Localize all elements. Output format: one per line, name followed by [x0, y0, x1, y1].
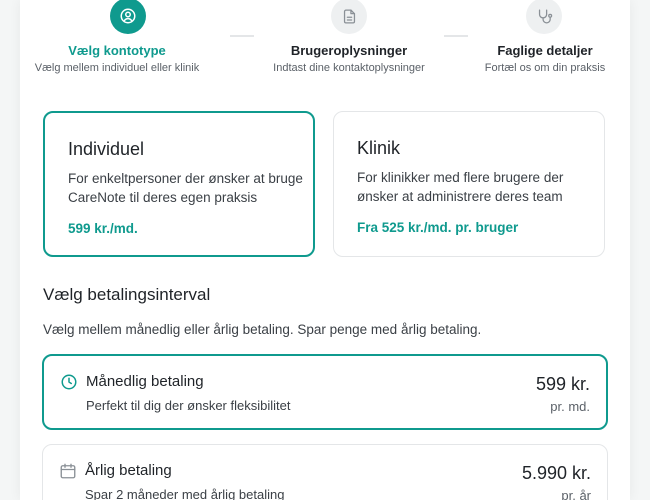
step-subtitle: Fortæl os om din praksis [484, 62, 606, 74]
billing-option-title: Årlig betaling [85, 462, 172, 479]
billing-option-description: Spar 2 måneder med årlig betaling [85, 487, 285, 500]
user-circle-icon [110, 0, 146, 34]
account-type-price: Fra 525 kr./md. pr. bruger [357, 220, 519, 235]
signup-card: Vælg kontotype Vælg mellem individuel el… [20, 0, 630, 500]
step-title: Vælg kontotype [68, 43, 166, 58]
stethoscope-icon [526, 0, 562, 34]
step-connector [230, 35, 254, 37]
step-connector [444, 35, 468, 37]
step-title: Brugeroplysninger [290, 43, 408, 58]
billing-section-subtitle: Vælg mellem månedlig eller årlig betalin… [43, 322, 482, 337]
account-type-title: Klinik [357, 138, 401, 158]
account-type-title: Individuel [68, 139, 145, 159]
account-type-description: For klinikker med flere brugere der ønsk… [357, 170, 564, 204]
billing-option-title: Månedlig betaling [86, 373, 204, 390]
account-type-price: 599 kr./md. [68, 221, 138, 236]
billing-option-price: 599 kr. [535, 374, 590, 394]
step-subtitle: Vælg mellem individuel eller klinik [34, 62, 200, 74]
calendar-icon [59, 462, 77, 480]
account-type-description: For enkeltpersoner der ønsker at bruge C… [68, 171, 303, 205]
billing-option-price: 5.990 kr. [521, 463, 591, 483]
billing-option-monthly[interactable]: Månedlig betaling Perfekt til dig der øn… [42, 354, 608, 430]
billing-option-unit: pr. md. [550, 399, 590, 414]
billing-section-title: Vælg betalingsinterval [43, 285, 211, 304]
billing-option-description: Perfekt til dig der ønsker fleksibilitet [86, 398, 291, 413]
step-title: Faglige detaljer [497, 43, 593, 58]
billing-option-unit: pr. år [561, 488, 591, 500]
clock-icon [60, 373, 78, 391]
document-icon [331, 0, 367, 34]
billing-option-yearly[interactable]: Årlig betaling Spar 2 måneder med årlig … [42, 444, 608, 500]
account-type-individual[interactable]: Individuel For enkeltpersoner der ønsker… [43, 111, 315, 257]
account-type-clinic[interactable]: Klinik For klinikker med flere brugere d… [333, 111, 605, 257]
step-subtitle: Indtast dine kontaktoplysninger [273, 62, 425, 74]
